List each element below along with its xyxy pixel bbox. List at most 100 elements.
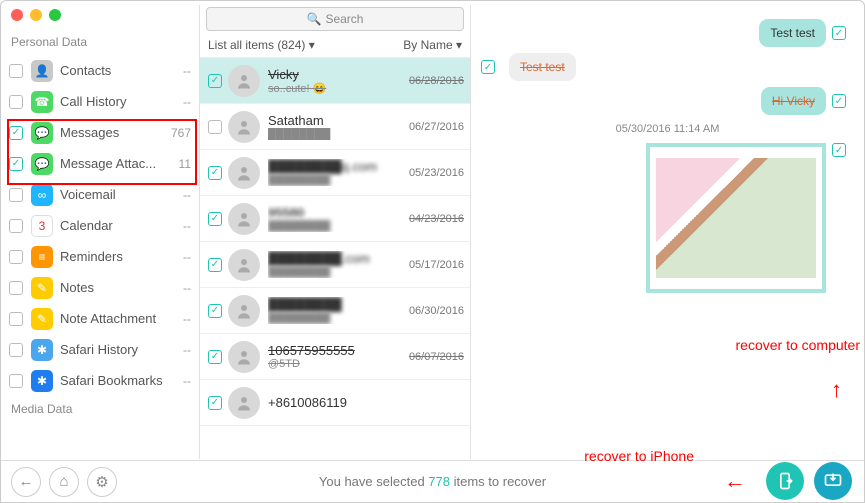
checkbox[interactable] bbox=[9, 188, 23, 202]
thread-checkbox[interactable] bbox=[208, 212, 222, 226]
message-bubble-out: Test test bbox=[759, 19, 826, 47]
avatar bbox=[228, 341, 260, 373]
thread-row[interactable]: Vickyso..cute! 😄06/28/2016 bbox=[200, 58, 470, 104]
thread-checkbox[interactable] bbox=[208, 74, 222, 88]
search-icon: 🔍 bbox=[307, 12, 322, 26]
category-count: -- bbox=[183, 312, 191, 326]
avatar bbox=[228, 203, 260, 235]
status-post: items to recover bbox=[450, 474, 546, 489]
footer-bar: ← ⌂ ⚙ You have selected 778 items to rec… bbox=[1, 460, 864, 502]
thread-preview: ████████ bbox=[268, 266, 405, 278]
sidebar-item-notes[interactable]: ✎Notes-- bbox=[1, 272, 199, 303]
thread-date: 05/23/2016 bbox=[409, 167, 464, 179]
sidebar-item-messages[interactable]: 💬Messages767 bbox=[1, 117, 199, 148]
recover-to-computer-button[interactable] bbox=[814, 462, 852, 500]
category-icon: ✎ bbox=[31, 308, 53, 330]
thread-row[interactable]: +8610086119 bbox=[200, 380, 470, 426]
sidebar-item-call-history[interactable]: ☎Call History-- bbox=[1, 86, 199, 117]
thread-name: ████████ bbox=[268, 297, 405, 312]
thread-checkbox[interactable] bbox=[208, 396, 222, 410]
search-input[interactable]: 🔍 Search bbox=[206, 7, 464, 31]
thread-row[interactable]: 106575955555@5TD06/07/2016 bbox=[200, 334, 470, 380]
sidebar-item-note-attachment[interactable]: ✎Note Attachment-- bbox=[1, 303, 199, 334]
settings-button[interactable]: ⚙ bbox=[87, 467, 117, 497]
section-media-data: Media Data bbox=[1, 396, 199, 422]
thread-row[interactable]: ████████.com████████05/17/2016 bbox=[200, 242, 470, 288]
thread-checkbox[interactable] bbox=[208, 120, 222, 134]
checkbox[interactable] bbox=[9, 126, 23, 140]
sidebar-item-calendar[interactable]: 3Calendar-- bbox=[1, 210, 199, 241]
close-icon[interactable] bbox=[11, 9, 23, 21]
minimize-icon[interactable] bbox=[30, 9, 42, 21]
sidebar: Personal Data 👤Contacts--☎Call History--… bbox=[1, 5, 199, 459]
sort-dropdown[interactable]: By Name ▾ bbox=[403, 38, 462, 52]
sidebar-item-reminders[interactable]: ≡Reminders-- bbox=[1, 241, 199, 272]
search-placeholder: Search bbox=[325, 12, 363, 26]
category-count: -- bbox=[183, 374, 191, 388]
message-checkbox[interactable] bbox=[832, 26, 846, 40]
thread-row[interactable]: ████████q.com████████05/23/2016 bbox=[200, 150, 470, 196]
checkbox[interactable] bbox=[9, 374, 23, 388]
thread-checkbox[interactable] bbox=[208, 304, 222, 318]
checkbox[interactable] bbox=[9, 95, 23, 109]
sidebar-item-voicemail[interactable]: ∞Voicemail-- bbox=[1, 179, 199, 210]
avatar bbox=[228, 111, 260, 143]
thread-row[interactable]: ████████████████06/30/2016 bbox=[200, 288, 470, 334]
thread-row[interactable]: 95580████████04/23/2016 bbox=[200, 196, 470, 242]
message-checkbox[interactable] bbox=[832, 94, 846, 108]
message-attachment-photo[interactable] bbox=[646, 143, 826, 293]
category-count: -- bbox=[183, 95, 191, 109]
section-personal-data: Personal Data bbox=[1, 29, 199, 55]
category-label: Reminders bbox=[60, 249, 179, 264]
thread-row[interactable]: Satatham████████06/27/2016 bbox=[200, 104, 470, 150]
category-label: Message Attac... bbox=[60, 156, 175, 171]
thread-checkbox[interactable] bbox=[208, 350, 222, 364]
maximize-icon[interactable] bbox=[49, 9, 61, 21]
category-icon: 💬 bbox=[31, 122, 53, 144]
status-count: 778 bbox=[428, 474, 450, 489]
category-icon: 3 bbox=[31, 215, 53, 237]
filter-dropdown[interactable]: List all items (824) ▾ bbox=[208, 38, 315, 52]
category-label: Voicemail bbox=[60, 187, 179, 202]
thread-date: 04/23/2016 bbox=[409, 213, 464, 225]
checkbox[interactable] bbox=[9, 250, 23, 264]
category-count: -- bbox=[183, 250, 191, 264]
checkbox[interactable] bbox=[9, 343, 23, 357]
computer-icon bbox=[823, 471, 843, 491]
checkbox[interactable] bbox=[9, 281, 23, 295]
checkbox[interactable] bbox=[9, 64, 23, 78]
thread-date: 06/27/2016 bbox=[409, 121, 464, 133]
thread-preview: so..cute! 😄 bbox=[268, 82, 405, 95]
thread-checkbox[interactable] bbox=[208, 166, 222, 180]
category-icon: 👤 bbox=[31, 60, 53, 82]
avatar bbox=[228, 387, 260, 419]
sidebar-item-contacts[interactable]: 👤Contacts-- bbox=[1, 55, 199, 86]
callout-recover-iphone: recover to iPhone bbox=[584, 448, 694, 464]
checkbox[interactable] bbox=[9, 312, 23, 326]
sidebar-item-message-attac-[interactable]: 💬Message Attac...11 bbox=[1, 148, 199, 179]
thread-preview: ████████ bbox=[268, 174, 405, 186]
message-checkbox[interactable] bbox=[832, 143, 846, 157]
phone-icon bbox=[775, 471, 795, 491]
window-controls[interactable] bbox=[11, 9, 61, 21]
category-icon: ☎ bbox=[31, 91, 53, 113]
thread-date: 06/07/2016 bbox=[409, 351, 464, 363]
thread-preview: ████████ bbox=[268, 128, 405, 140]
sidebar-item-safari-history[interactable]: ✱Safari History-- bbox=[1, 334, 199, 365]
checkbox[interactable] bbox=[9, 219, 23, 233]
category-count: -- bbox=[183, 219, 191, 233]
thread-name: +8610086119 bbox=[268, 395, 460, 410]
home-button[interactable]: ⌂ bbox=[49, 467, 79, 497]
sidebar-item-safari-bookmarks[interactable]: ✱Safari Bookmarks-- bbox=[1, 365, 199, 396]
thread-date: 06/30/2016 bbox=[409, 305, 464, 317]
checkbox[interactable] bbox=[9, 157, 23, 171]
thread-preview: ████████ bbox=[268, 220, 405, 232]
thread-list[interactable]: Vickyso..cute! 😄06/28/2016Satatham██████… bbox=[200, 58, 470, 459]
category-count: -- bbox=[183, 343, 191, 357]
timestamp: 05/30/2016 11:14 AM bbox=[481, 123, 854, 135]
back-button[interactable]: ← bbox=[11, 467, 41, 497]
category-icon: ✱ bbox=[31, 339, 53, 361]
thread-checkbox[interactable] bbox=[208, 258, 222, 272]
recover-to-iphone-button[interactable] bbox=[766, 462, 804, 500]
message-checkbox[interactable] bbox=[481, 60, 495, 74]
